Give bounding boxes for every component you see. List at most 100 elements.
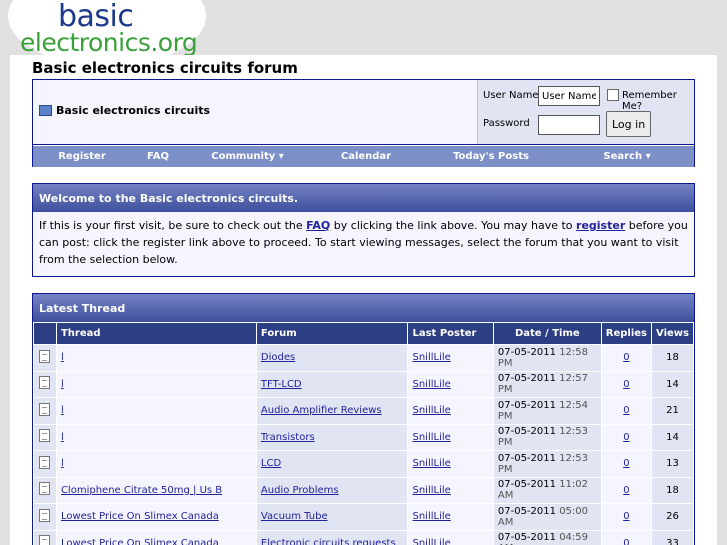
thread-document-icon	[39, 349, 51, 363]
poster-cell: SnillLile	[408, 424, 493, 450]
thread-icon-cell	[34, 371, 56, 397]
thread-document-icon	[39, 455, 51, 469]
nav-calendar[interactable]: Calendar	[310, 151, 422, 162]
replies-cell: 0	[601, 424, 652, 450]
replies-link[interactable]: 0	[623, 405, 629, 416]
forum-cell: LCD	[256, 451, 408, 477]
table-row: l LCD SnillLile 07-05-2011 12:53 PM 0 13	[34, 451, 693, 477]
thread-column-header[interactable]: Thread	[56, 323, 256, 344]
poster-link[interactable]: SnillLile	[412, 458, 450, 469]
replies-link[interactable]: 0	[623, 352, 629, 363]
logo-text-electronics[interactable]: electronics.org	[20, 30, 198, 55]
forum-link[interactable]: Electronic circuits requests	[261, 538, 396, 545]
navbar-top: Basic electronics circuits User Name Rem…	[33, 80, 694, 145]
replies-link[interactable]: 0	[623, 511, 629, 522]
views-cell: 14	[652, 371, 693, 397]
replies-link[interactable]: 0	[623, 485, 629, 496]
replies-column-header[interactable]: Replies	[601, 323, 652, 344]
replies-cell: 0	[601, 371, 652, 397]
latest-thread-title: Latest Thread	[33, 294, 694, 322]
poster-link[interactable]: SnillLile	[412, 538, 450, 545]
thread-cell: l	[56, 398, 256, 424]
forum-link[interactable]: Diodes	[261, 352, 295, 363]
thread-link[interactable]: Lowest Price On Slimex Canada	[61, 511, 219, 522]
thread-link[interactable]: l	[61, 405, 64, 416]
poster-link[interactable]: SnillLile	[412, 511, 450, 522]
faq-link[interactable]: FAQ	[306, 219, 330, 232]
datetime-cell: 07-05-2011 12:53 PM	[493, 424, 601, 450]
forum-link[interactable]: Transistors	[261, 432, 315, 443]
replies-cell: 0	[601, 530, 652, 545]
thread-link[interactable]: Clomiphene Citrate 50mg | Us B	[61, 485, 222, 496]
forum-link[interactable]: Audio Problems	[261, 485, 339, 496]
register-link[interactable]: register	[576, 219, 625, 232]
poster-link[interactable]: SnillLile	[412, 485, 450, 496]
breadcrumb-current: Basic electronics circuits	[56, 104, 211, 117]
post-date: 07-05-2011	[497, 532, 556, 544]
username-input[interactable]	[538, 86, 600, 106]
login-form: User Name Remember Me? Password Log in	[477, 80, 694, 144]
forum-link[interactable]: Vacuum Tube	[261, 511, 328, 522]
datetime-cell: 07-05-2011 12:53 PM	[493, 451, 601, 477]
forum-link[interactable]: TFT-LCD	[261, 379, 302, 390]
poster-link[interactable]: SnillLile	[412, 405, 450, 416]
login-button[interactable]: Log in	[606, 111, 652, 137]
poster-link[interactable]: SnillLile	[412, 352, 450, 363]
thread-cell: l	[56, 451, 256, 477]
thread-icon-cell	[34, 345, 56, 371]
forum-link[interactable]: LCD	[261, 458, 281, 469]
breadcrumb: Basic electronics circuits	[39, 104, 210, 117]
nav-search[interactable]: Search ▾	[560, 151, 694, 162]
forum-cell: Audio Amplifier Reviews	[256, 398, 408, 424]
thread-link[interactable]: l	[61, 352, 64, 363]
table-row: l Transistors SnillLile 07-05-2011 12:53 PM…	[34, 424, 693, 450]
welcome-text-2: by clicking the link above. You may have…	[330, 219, 577, 232]
thread-icon-cell	[34, 477, 56, 503]
post-date: 07-05-2011	[497, 399, 556, 411]
remember-me-label: Remember Me?	[622, 90, 677, 112]
poster-cell: SnillLile	[408, 398, 493, 424]
replies-link[interactable]: 0	[623, 432, 629, 443]
poster-cell: SnillLile	[408, 451, 493, 477]
thread-link[interactable]: l	[61, 379, 64, 390]
nav-faq[interactable]: FAQ	[131, 151, 185, 162]
thread-link[interactable]: l	[61, 432, 64, 443]
forum-cell: TFT-LCD	[256, 371, 408, 397]
replies-link[interactable]: 0	[623, 458, 629, 469]
views-cell: 14	[652, 424, 693, 450]
views-cell: 33	[652, 530, 693, 545]
thread-link[interactable]: l	[61, 458, 64, 469]
datetime-column-header[interactable]: Date / Time	[493, 323, 601, 344]
thread-icon-cell	[34, 424, 56, 450]
welcome-panel: Welcome to the Basic electronics circuit…	[32, 183, 695, 277]
poster-link[interactable]: SnillLile	[412, 379, 450, 390]
nav-register[interactable]: Register	[33, 151, 131, 162]
poster-cell: SnillLile	[408, 504, 493, 530]
password-input[interactable]	[538, 115, 600, 135]
thread-cell: l	[56, 345, 256, 371]
replies-link[interactable]: 0	[623, 379, 629, 390]
welcome-body: If this is your first visit, be sure to …	[33, 212, 694, 273]
forum-title: Basic electronics circuits forum	[32, 59, 298, 77]
views-cell: 13	[652, 451, 693, 477]
views-cell: 18	[652, 477, 693, 503]
latest-thread-panel: Latest Thread Thread Forum Last Poster D…	[32, 293, 695, 545]
forum-column-header[interactable]: Forum	[256, 323, 408, 344]
nav-todays-posts[interactable]: Today's Posts	[422, 151, 560, 162]
table-header-row: Thread Forum Last Poster Date / Time Rep…	[34, 323, 693, 344]
poster-link[interactable]: SnillLile	[412, 432, 450, 443]
table-row: Lowest Price On Slimex Canada Electronic …	[34, 530, 693, 545]
forum-link[interactable]: Audio Amplifier Reviews	[261, 405, 382, 416]
welcome-title: Welcome to the Basic electronics circuit…	[33, 184, 694, 212]
views-column-header[interactable]: Views	[652, 323, 693, 344]
forum-cell: Diodes	[256, 345, 408, 371]
replies-link[interactable]: 0	[623, 538, 629, 545]
remember-me-checkbox[interactable]	[607, 89, 619, 101]
forum-cell: Electronic circuits requests	[256, 530, 408, 545]
nav-community[interactable]: Community ▾	[185, 151, 310, 162]
poster-cell: SnillLile	[408, 530, 493, 545]
username-label: User Name	[483, 90, 539, 101]
thread-link[interactable]: Lowest Price On Slimex Canada	[61, 538, 219, 545]
thread-document-icon	[39, 535, 51, 545]
poster-column-header[interactable]: Last Poster	[408, 323, 493, 344]
